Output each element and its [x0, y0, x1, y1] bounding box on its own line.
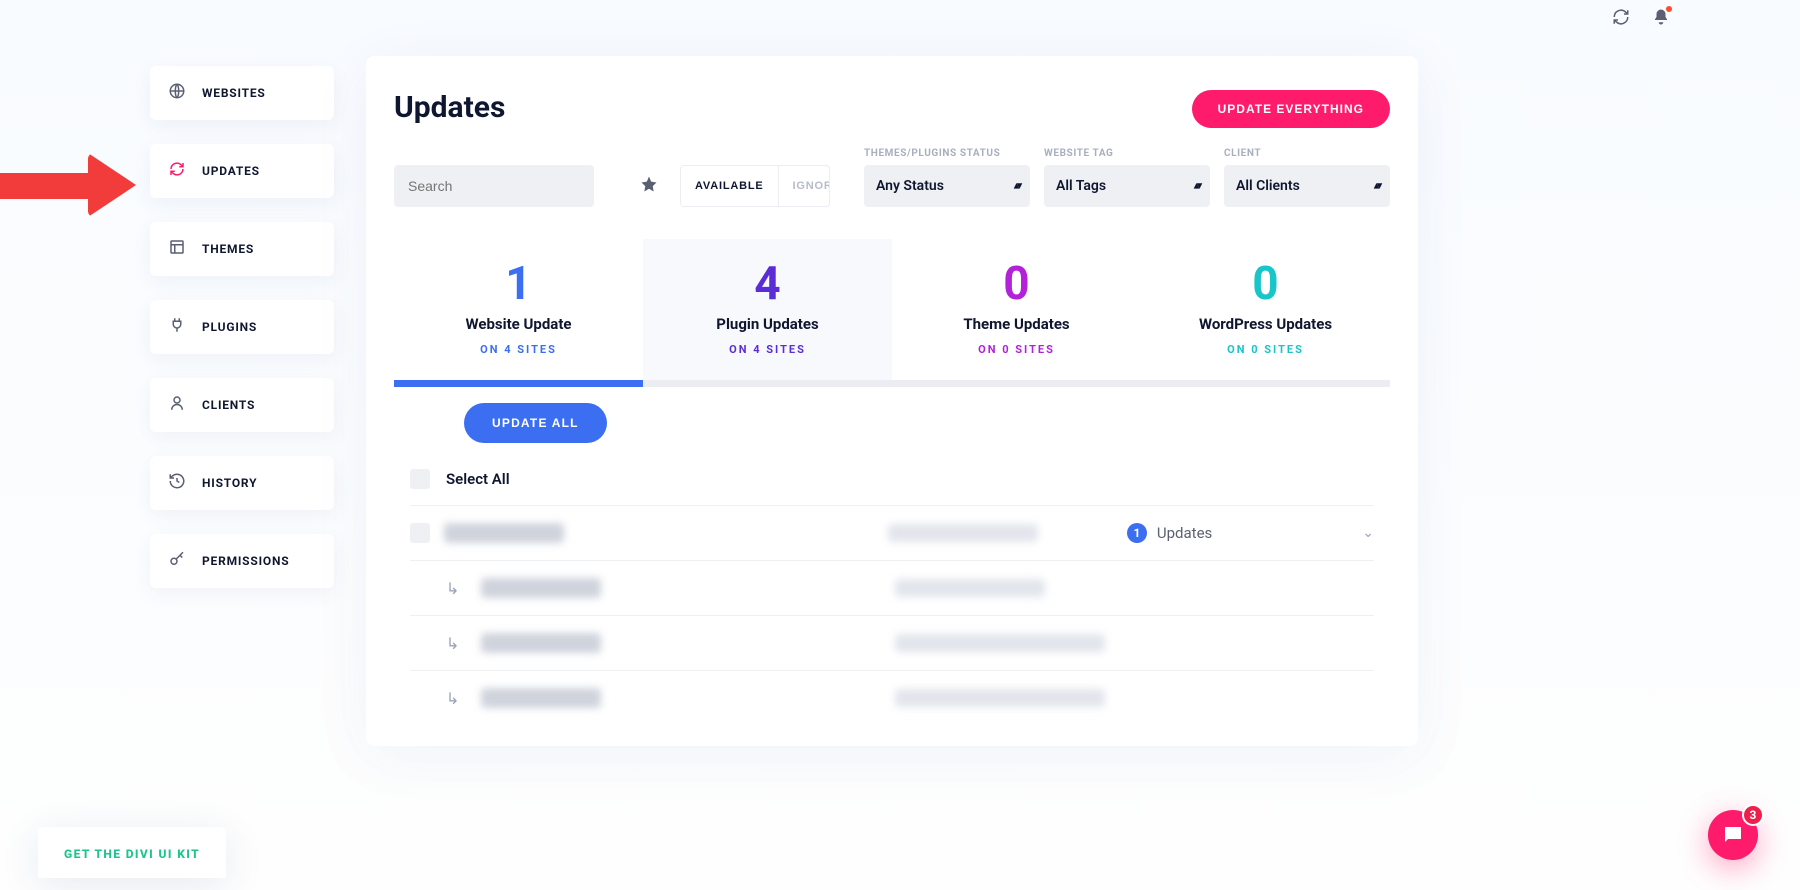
sidebar-label: WEBSITES	[202, 86, 266, 100]
sidebar-label: PERMISSIONS	[202, 554, 289, 568]
client-filter-label: CLIENT	[1224, 148, 1390, 159]
notifications-bell[interactable]	[1652, 8, 1670, 30]
chat-launcher[interactable]: 3	[1708, 810, 1758, 860]
subitem-arrow-icon: ↳	[446, 689, 459, 708]
stat-sub: ON 0 SITES	[892, 343, 1141, 356]
updates-count-badge: 1	[1127, 523, 1147, 543]
sidebar-label: CLIENTS	[202, 398, 255, 412]
subitem-arrow-icon: ↳	[446, 579, 459, 598]
stat-count: 1	[394, 257, 643, 311]
status-value: Any Status	[876, 178, 944, 194]
site-row[interactable]: 1 Updates ⌄	[410, 505, 1374, 560]
update-all-button[interactable]: UPDATE ALL	[464, 403, 607, 443]
item-name-redacted	[481, 578, 601, 598]
seg-available[interactable]: AVAILABLE	[681, 166, 779, 206]
refresh-icon[interactable]	[1612, 8, 1630, 30]
update-everything-button[interactable]: UPDATE EVERYTHING	[1192, 90, 1390, 128]
sidebar-item-updates[interactable]: UPDATES	[150, 144, 334, 198]
sidebar-label: PLUGINS	[202, 320, 257, 334]
sidebar-label: UPDATES	[202, 164, 260, 178]
layout-icon	[168, 238, 186, 260]
tab-wordpress-updates[interactable]: 0 WordPress Updates ON 0 SITES	[1141, 239, 1390, 387]
item-meta-redacted	[895, 634, 1105, 652]
tag-value: All Tags	[1056, 178, 1106, 194]
client-select[interactable]: All Clients ▴▾	[1224, 165, 1390, 207]
stat-count: 0	[892, 257, 1141, 311]
chevron-updown-icon: ▴▾	[1014, 181, 1020, 192]
chevron-updown-icon: ▴▾	[1194, 181, 1200, 192]
stat-title: WordPress Updates	[1141, 315, 1390, 333]
sidebar-item-history[interactable]: HISTORY	[150, 456, 334, 510]
chevron-updown-icon: ▴▾	[1374, 181, 1380, 192]
stat-title: Website Update	[394, 315, 643, 333]
promo-banner[interactable]: GET THE DIVI UI KIT	[38, 827, 226, 878]
sub-item-row[interactable]: ↳	[410, 560, 1374, 615]
tab-theme-updates[interactable]: 0 Theme Updates ON 0 SITES	[892, 239, 1141, 387]
availability-segment: AVAILABLE IGNORED	[680, 165, 830, 207]
plug-icon	[168, 316, 186, 338]
sidebar-item-clients[interactable]: CLIENTS	[150, 378, 334, 432]
chevron-down-icon[interactable]: ⌄	[1362, 525, 1374, 541]
sub-item-row[interactable]: ↳	[410, 670, 1374, 725]
tab-website-updates[interactable]: 1 Website Update ON 4 SITES	[394, 239, 643, 387]
item-meta-redacted	[895, 579, 1045, 597]
promo-link[interactable]: GET THE DIVI UI KIT	[64, 847, 200, 861]
notification-dot	[1666, 6, 1672, 12]
history-icon	[168, 472, 186, 494]
sync-icon	[168, 160, 186, 182]
stat-sub: ON 4 SITES	[394, 343, 643, 356]
stat-sub: ON 0 SITES	[1141, 343, 1390, 356]
stat-title: Plugin Updates	[643, 315, 892, 333]
select-all-label: Select All	[446, 470, 510, 488]
sidebar-item-websites[interactable]: WEBSITES	[150, 66, 334, 120]
item-meta-redacted	[895, 689, 1105, 707]
subitem-arrow-icon: ↳	[446, 634, 459, 653]
sub-item-row[interactable]: ↳	[410, 615, 1374, 670]
sidebar-item-plugins[interactable]: PLUGINS	[150, 300, 334, 354]
stat-title: Theme Updates	[892, 315, 1141, 333]
updates-label: Updates	[1157, 524, 1212, 542]
site-url-redacted	[888, 524, 1038, 542]
sidebar-label: THEMES	[202, 242, 254, 256]
sidebar-label: HISTORY	[202, 476, 257, 490]
globe-icon	[168, 82, 186, 104]
pointer-arrow	[0, 155, 140, 211]
seg-ignored[interactable]: IGNORED	[779, 166, 830, 206]
main-panel: Updates UPDATE EVERYTHING AVAILABLE IGNO…	[366, 56, 1418, 746]
client-value: All Clients	[1236, 178, 1300, 194]
item-name-redacted	[481, 633, 601, 653]
tag-select[interactable]: All Tags ▴▾	[1044, 165, 1210, 207]
site-name-redacted	[444, 523, 564, 543]
search-input[interactable]	[394, 165, 594, 207]
status-select[interactable]: Any Status ▴▾	[864, 165, 1030, 207]
tab-plugin-updates[interactable]: 4 Plugin Updates ON 4 SITES	[643, 239, 892, 387]
sidebar-nav: WEBSITES UPDATES THEMES PLUGINS CLIENTS …	[150, 66, 334, 588]
user-icon	[168, 394, 186, 416]
stat-sub: ON 4 SITES	[643, 343, 892, 356]
status-filter-label: THEMES/PLUGINS STATUS	[864, 148, 1030, 159]
stat-count: 0	[1141, 257, 1390, 311]
item-name-redacted	[481, 688, 601, 708]
row-checkbox[interactable]	[410, 523, 430, 543]
stat-count: 4	[643, 257, 892, 311]
select-all-checkbox[interactable]	[410, 469, 430, 489]
chat-badge: 3	[1742, 804, 1764, 826]
tag-filter-label: WEBSITE TAG	[1044, 148, 1210, 159]
sidebar-item-permissions[interactable]: PERMISSIONS	[150, 534, 334, 588]
sidebar-item-themes[interactable]: THEMES	[150, 222, 334, 276]
star-icon[interactable]	[640, 175, 658, 197]
key-icon	[168, 550, 186, 572]
page-title: Updates	[394, 90, 505, 125]
